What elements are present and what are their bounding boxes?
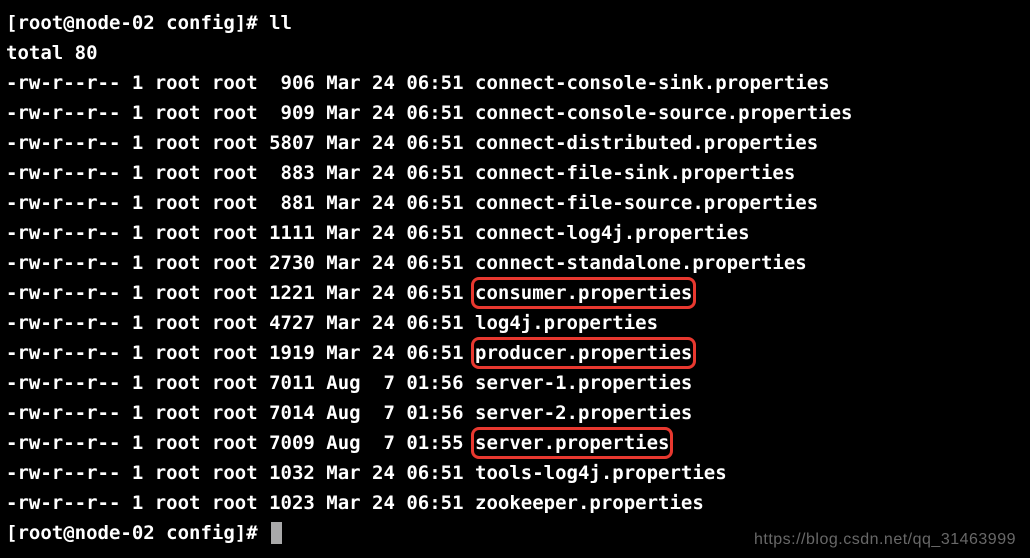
file-meta: -rw-r--r-- 1 root root 1221 Mar 24 06:51 (6, 282, 475, 304)
file-meta: -rw-r--r-- 1 root root 7011 Aug 7 01:56 (6, 372, 475, 394)
watermark-text: https://blog.csdn.net/qq_31463999 (754, 527, 1016, 552)
file-name: connect-file-source.properties (475, 192, 818, 214)
file-row: -rw-r--r-- 1 root root 881 Mar 24 06:51 … (6, 188, 1024, 218)
file-row: -rw-r--r-- 1 root root 883 Mar 24 06:51 … (6, 158, 1024, 188)
file-row: -rw-r--r-- 1 root root 2730 Mar 24 06:51… (6, 248, 1024, 278)
file-meta: -rw-r--r-- 1 root root 883 Mar 24 06:51 (6, 162, 475, 184)
cursor-icon (271, 522, 282, 544)
prompt-line-1: [root@node-02 config]# ll (6, 8, 1024, 38)
file-row: -rw-r--r-- 1 root root 7009 Aug 7 01:55 … (6, 428, 1024, 458)
file-name: connect-console-sink.properties (475, 72, 830, 94)
file-meta: -rw-r--r-- 1 root root 1919 Mar 24 06:51 (6, 342, 475, 364)
command-text: ll (269, 12, 292, 34)
file-name: log4j.properties (475, 312, 658, 334)
file-name: connect-standalone.properties (475, 252, 807, 274)
file-row: -rw-r--r-- 1 root root 1221 Mar 24 06:51… (6, 278, 1024, 308)
file-meta: -rw-r--r-- 1 root root 906 Mar 24 06:51 (6, 72, 475, 94)
file-name: connect-distributed.properties (475, 132, 818, 154)
file-meta: -rw-r--r-- 1 root root 2730 Mar 24 06:51 (6, 252, 475, 274)
file-row: -rw-r--r-- 1 root root 5807 Mar 24 06:51… (6, 128, 1024, 158)
file-name: server.properties (475, 428, 669, 458)
file-name: producer.properties (475, 338, 692, 368)
shell-prompt: [root@node-02 config]# (6, 12, 269, 34)
file-row: -rw-r--r-- 1 root root 1111 Mar 24 06:51… (6, 218, 1024, 248)
file-meta: -rw-r--r-- 1 root root 909 Mar 24 06:51 (6, 102, 475, 124)
file-name: consumer.properties (475, 278, 692, 308)
file-name: tools-log4j.properties (475, 462, 727, 484)
file-meta: -rw-r--r-- 1 root root 7014 Aug 7 01:56 (6, 402, 475, 424)
file-row: -rw-r--r-- 1 root root 909 Mar 24 06:51 … (6, 98, 1024, 128)
file-listing: -rw-r--r-- 1 root root 906 Mar 24 06:51 … (6, 68, 1024, 518)
file-name: connect-file-sink.properties (475, 162, 795, 184)
file-row: -rw-r--r-- 1 root root 7011 Aug 7 01:56 … (6, 368, 1024, 398)
file-meta: -rw-r--r-- 1 root root 1111 Mar 24 06:51 (6, 222, 475, 244)
file-meta: -rw-r--r-- 1 root root 5807 Mar 24 06:51 (6, 132, 475, 154)
file-name: connect-log4j.properties (475, 222, 750, 244)
file-row: -rw-r--r-- 1 root root 906 Mar 24 06:51 … (6, 68, 1024, 98)
file-name: server-1.properties (475, 372, 692, 394)
file-row: -rw-r--r-- 1 root root 7014 Aug 7 01:56 … (6, 398, 1024, 428)
file-row: -rw-r--r-- 1 root root 4727 Mar 24 06:51… (6, 308, 1024, 338)
file-meta: -rw-r--r-- 1 root root 1023 Mar 24 06:51 (6, 492, 475, 514)
terminal-output[interactable]: [root@node-02 config]# ll total 80 -rw-r… (6, 8, 1024, 548)
file-row: -rw-r--r-- 1 root root 1032 Mar 24 06:51… (6, 458, 1024, 488)
file-meta: -rw-r--r-- 1 root root 1032 Mar 24 06:51 (6, 462, 475, 484)
file-row: -rw-r--r-- 1 root root 1919 Mar 24 06:51… (6, 338, 1024, 368)
file-name: server-2.properties (475, 402, 692, 424)
file-name: connect-console-source.properties (475, 102, 853, 124)
file-name: zookeeper.properties (475, 492, 704, 514)
total-line: total 80 (6, 38, 1024, 68)
file-meta: -rw-r--r-- 1 root root 4727 Mar 24 06:51 (6, 312, 475, 334)
file-meta: -rw-r--r-- 1 root root 881 Mar 24 06:51 (6, 192, 475, 214)
file-meta: -rw-r--r-- 1 root root 7009 Aug 7 01:55 (6, 432, 475, 454)
shell-prompt: [root@node-02 config]# (6, 522, 269, 544)
file-row: -rw-r--r-- 1 root root 1023 Mar 24 06:51… (6, 488, 1024, 518)
